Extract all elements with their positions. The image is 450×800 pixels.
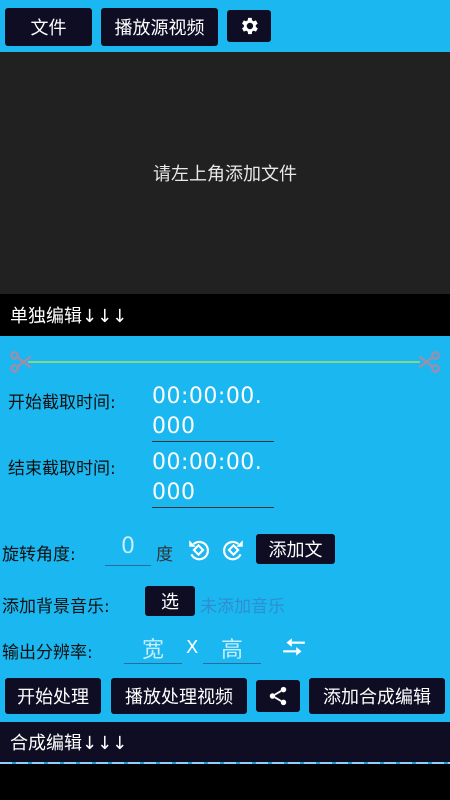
output-resolution-label: 输出分辨率: [2, 643, 93, 663]
play-processed-video-button[interactable]: 播放处理视频 [111, 678, 247, 714]
end-time-input[interactable]: 00:00:00. 000 [152, 448, 274, 508]
start-time-value-line2: 000 [152, 414, 196, 439]
height-input[interactable]: 高 [203, 632, 261, 664]
scissors-start-icon[interactable] [8, 349, 34, 375]
end-time-value-line1: 00:00:00. [152, 450, 263, 475]
start-processing-button[interactable]: 开始处理 [5, 678, 101, 714]
file-button[interactable]: 文件 [5, 8, 92, 46]
music-status-text: 未添加音乐 [200, 597, 285, 617]
start-time-label: 开始截取时间: [8, 393, 116, 413]
share-button[interactable] [256, 680, 300, 712]
merge-edit-area [0, 764, 450, 800]
swap-dimensions-icon[interactable] [281, 636, 307, 658]
add-merge-edit-button[interactable]: 添加合成编辑 [309, 678, 445, 714]
add-text-button[interactable]: 添加文 [256, 534, 335, 564]
video-preview[interactable]: 请左上角添加文件 [0, 52, 450, 294]
single-edit-header: 单独编辑↓↓↓ [0, 294, 450, 336]
rotate-right-icon[interactable] [220, 537, 246, 563]
gear-icon [242, 17, 258, 35]
single-edit-title: 单独编辑↓↓↓ [10, 306, 128, 327]
scissors-end-icon[interactable] [416, 349, 442, 375]
settings-button[interactable] [227, 10, 271, 42]
play-source-video-button[interactable]: 播放源视频 [101, 8, 218, 46]
resolution-separator: X [186, 637, 199, 658]
select-music-button[interactable]: 选 [145, 586, 195, 616]
start-time-value-line1: 00:00:00. [152, 384, 263, 409]
rotation-input[interactable]: 0 [105, 534, 151, 566]
width-input[interactable]: 宽 [124, 632, 182, 664]
video-placeholder-text: 请左上角添加文件 [153, 164, 297, 185]
start-time-input[interactable]: 00:00:00. 000 [152, 382, 274, 442]
merge-edit-header: 合成编辑↓↓↓ [0, 722, 450, 762]
rotation-label: 旋转角度: [2, 545, 76, 565]
trim-range-slider[interactable] [8, 346, 442, 378]
merge-edit-title: 合成编辑↓↓↓ [10, 733, 128, 754]
rotate-left-icon[interactable] [186, 537, 212, 563]
rotation-unit: 度 [156, 545, 173, 565]
trim-track [28, 361, 420, 363]
share-icon [269, 686, 287, 706]
end-time-value-line2: 000 [152, 480, 196, 505]
end-time-label: 结束截取时间: [8, 459, 116, 479]
background-music-label: 添加背景音乐: [2, 597, 110, 617]
